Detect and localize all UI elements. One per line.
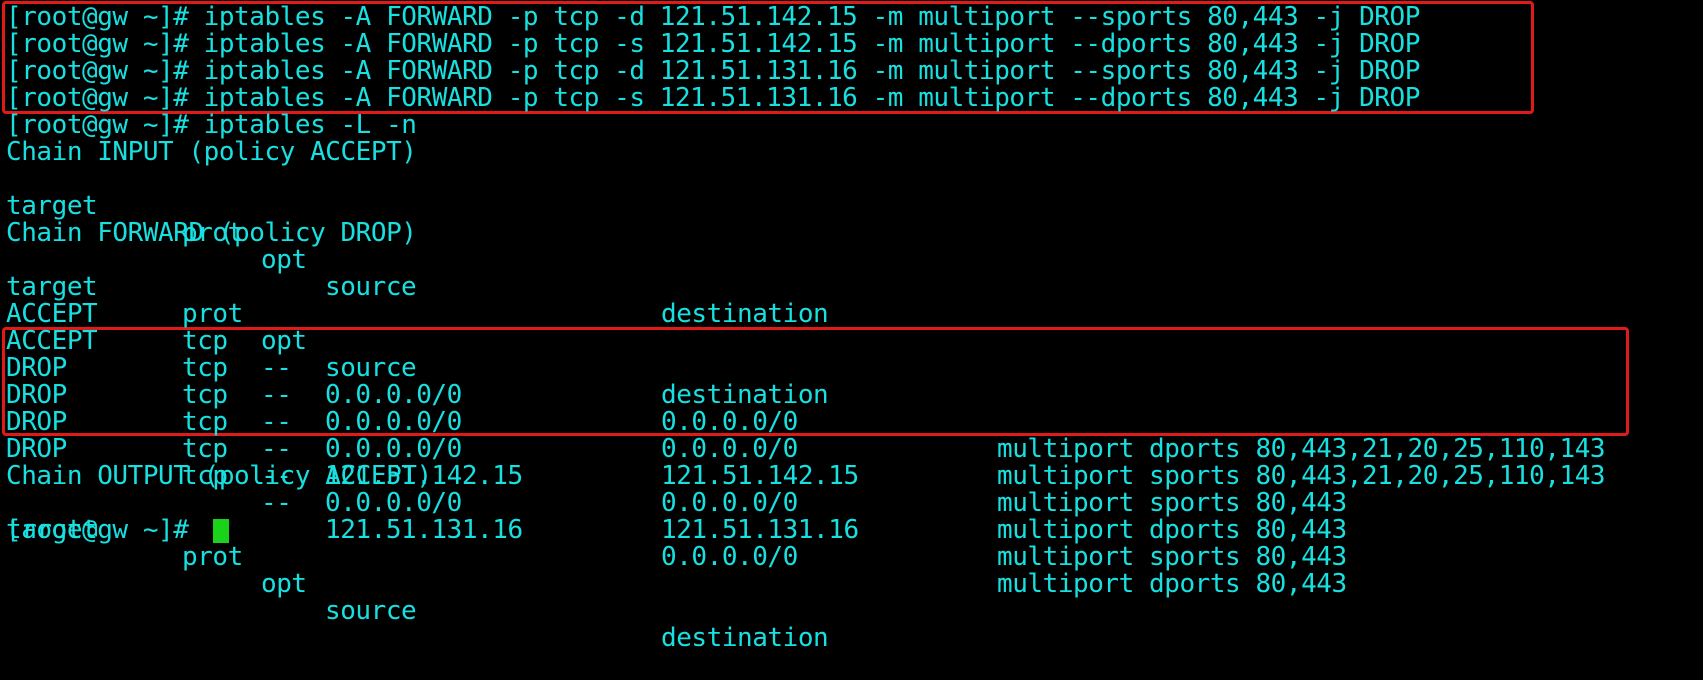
- rule-extra: multiport dports 80,443,21,20,25,110,143: [997, 434, 1606, 464]
- rule-destination: 121.51.142.15: [661, 461, 859, 491]
- rule-opt: --: [261, 407, 292, 437]
- command-line: [root@gw ~]# iptables -A FORWARD -p tcp …: [6, 56, 1420, 86]
- header-destination: destination: [661, 380, 829, 410]
- header-prot: prot: [182, 542, 243, 572]
- rule-prot: tcp: [182, 326, 228, 356]
- rule-extra: multiport sports 80,443: [997, 542, 1347, 572]
- chain-output-header: target prot opt source destination: [6, 490, 829, 652]
- chain-forward-title: Chain FORWARD (policy DROP): [6, 218, 417, 248]
- rule-prot: tcp: [182, 407, 228, 437]
- forward-rule-row: DROP tcp -- 121.51.131.16 0.0.0.0/0 mult…: [6, 409, 1347, 598]
- text-cursor: [213, 519, 229, 543]
- rule-prot: tcp: [182, 380, 228, 410]
- header-source: source: [325, 596, 417, 626]
- command-line: [root@gw ~]# iptables -L -n: [6, 110, 417, 140]
- forward-rule-row: ACCEPT tcp -- 0.0.0.0/0 0.0.0.0/0 multip…: [6, 301, 1606, 490]
- rule-source: 0.0.0.0/0: [325, 434, 462, 464]
- forward-rule-row: DROP tcp -- 121.51.142.15 0.0.0.0/0 mult…: [6, 355, 1347, 544]
- command-line: [root@gw ~]# iptables -A FORWARD -p tcp …: [6, 83, 1420, 113]
- rule-opt: --: [261, 488, 292, 518]
- forward-rule-row: ACCEPT tcp -- 0.0.0.0/0 0.0.0.0/0 multip…: [6, 274, 1606, 463]
- chain-output-title: Chain OUTPUT (policy ACCEPT): [6, 461, 432, 491]
- rule-prot: tcp: [182, 353, 228, 383]
- header-destination: destination: [661, 299, 829, 329]
- chain-input-title: Chain INPUT (policy ACCEPT): [6, 137, 417, 167]
- command-line: [root@gw ~]# iptables -A FORWARD -p tcp …: [6, 29, 1420, 59]
- command-line: [root@gw ~]# iptables -A FORWARD -p tcp …: [6, 2, 1420, 32]
- header-target: target: [6, 191, 98, 221]
- rule-extra: multiport dports 80,443: [997, 515, 1347, 545]
- rule-source: 0.0.0.0/0: [325, 380, 462, 410]
- rule-extra: multiport sports 80,443,21,20,25,110,143: [997, 461, 1606, 491]
- rule-destination: 121.51.131.16: [661, 515, 859, 545]
- rule-extra: multiport dports 80,443: [997, 569, 1347, 599]
- rule-destination: 0.0.0.0/0: [661, 434, 798, 464]
- rule-destination: 0.0.0.0/0: [661, 542, 798, 572]
- rule-target: DROP: [6, 434, 67, 464]
- chain-input-header: target prot opt source destination: [6, 166, 829, 328]
- terminal-window[interactable]: [root@gw ~]# iptables -A FORWARD -p tcp …: [0, 0, 1703, 652]
- header-opt: opt: [261, 326, 307, 356]
- chain-forward-header: target prot opt source destination: [6, 247, 829, 409]
- header-destination: destination: [661, 623, 829, 653]
- rule-source: 0.0.0.0/0: [325, 488, 462, 518]
- rule-extra: multiport sports 80,443: [997, 488, 1347, 518]
- forward-rule-row: DROP tcp -- 0.0.0.0/0 121.51.142.15 mult…: [6, 328, 1347, 517]
- rule-opt: --: [261, 353, 292, 383]
- header-opt: opt: [261, 245, 307, 275]
- forward-rule-row: DROP tcp -- 0.0.0.0/0 121.51.131.16 mult…: [6, 382, 1347, 571]
- header-source: source: [325, 272, 417, 302]
- rule-opt: --: [261, 380, 292, 410]
- rule-destination: 0.0.0.0/0: [661, 407, 798, 437]
- shell-prompt[interactable]: [root@gw ~]#: [6, 517, 189, 544]
- rule-prot: tcp: [182, 434, 228, 464]
- header-prot: prot: [182, 299, 243, 329]
- rule-destination: 0.0.0.0/0: [661, 488, 798, 518]
- rule-opt: --: [261, 434, 292, 464]
- rule-source: 121.51.131.16: [325, 515, 523, 545]
- header-opt: opt: [261, 569, 307, 599]
- header-source: source: [325, 353, 417, 383]
- rule-source: 0.0.0.0/0: [325, 407, 462, 437]
